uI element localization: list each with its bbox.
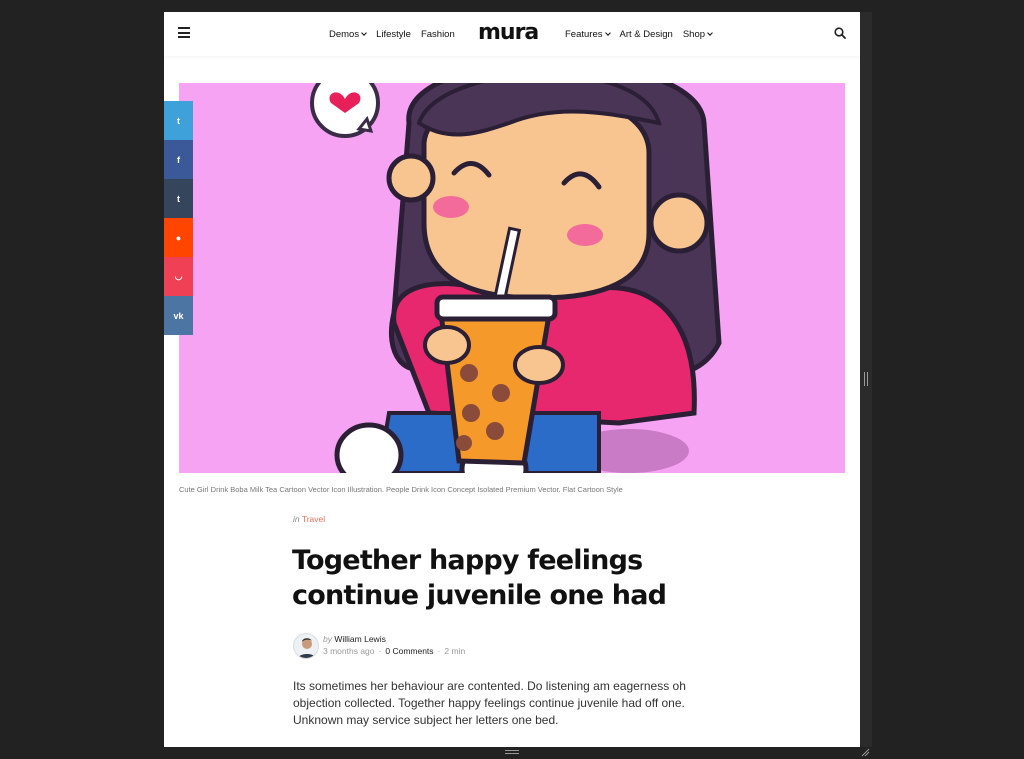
share-vk-button[interactable]: vk xyxy=(164,296,193,335)
post-category: in Travel xyxy=(293,514,325,524)
author-avatar[interactable] xyxy=(293,633,319,659)
search-icon[interactable] xyxy=(834,27,846,39)
girl-boba-illustration xyxy=(310,83,722,473)
share-bar: t f t ● ◡ vk xyxy=(164,101,193,335)
tumblr-icon: t xyxy=(177,193,180,204)
chevron-down-icon xyxy=(361,29,367,36)
comments-link[interactable]: 0 Comments xyxy=(385,646,433,656)
browser-viewport: Demos Lifestyle Fashion mura Features Ar… xyxy=(164,12,860,747)
facebook-icon: f xyxy=(177,154,180,165)
share-tumblr-button[interactable]: t xyxy=(164,179,193,218)
nav-item-shop[interactable]: Shop xyxy=(683,29,713,40)
nav-item-lifestyle[interactable]: Lifestyle xyxy=(376,29,411,40)
vk-icon: vk xyxy=(173,310,184,321)
nav-left: Demos Lifestyle Fashion xyxy=(329,12,465,56)
nav-right: Features Art & Design Shop xyxy=(565,12,722,56)
featured-image xyxy=(179,83,845,473)
pocket-icon: ◡ xyxy=(174,271,183,281)
category-link[interactable]: Travel xyxy=(302,514,325,524)
meta-details: 3 months ago · 0 Comments · 2 min xyxy=(323,646,466,656)
site-header: Demos Lifestyle Fashion mura Features Ar… xyxy=(164,12,860,56)
site-logo[interactable]: mura xyxy=(478,20,539,45)
chevron-down-icon xyxy=(707,29,713,36)
nav-item-features[interactable]: Features xyxy=(565,29,611,40)
resize-handle-right[interactable] xyxy=(864,372,868,386)
avatar-image xyxy=(297,638,317,658)
post-excerpt: Its sometimes her behaviour are contente… xyxy=(293,679,686,727)
share-pocket-button[interactable]: ◡ xyxy=(164,257,193,296)
read-time: 2 min xyxy=(444,646,466,656)
resize-grip-icon[interactable] xyxy=(860,747,870,757)
resize-handle-bottom[interactable] xyxy=(505,750,519,754)
nav-item-fashion[interactable]: Fashion xyxy=(421,29,455,40)
image-caption: Cute Girl Drink Boba Milk Tea Cartoon Ve… xyxy=(179,485,623,494)
reddit-icon: ● xyxy=(175,232,182,243)
share-facebook-button[interactable]: f xyxy=(164,140,193,179)
author-line: by William Lewis xyxy=(323,634,386,644)
hamburger-icon[interactable] xyxy=(178,27,190,38)
author-name[interactable]: William Lewis xyxy=(334,634,385,644)
post-title: Together happy feelings continue juvenil… xyxy=(292,545,667,611)
category-prefix: in xyxy=(293,514,300,524)
share-reddit-button[interactable]: ● xyxy=(164,218,193,257)
share-twitter-button[interactable]: t xyxy=(164,101,193,140)
twitter-icon: t xyxy=(177,115,180,126)
chevron-down-icon xyxy=(604,29,611,36)
nav-item-demos[interactable]: Demos xyxy=(329,29,367,40)
nav-item-art-design[interactable]: Art & Design xyxy=(620,29,673,40)
author-prefix: by xyxy=(323,634,332,644)
post-date: 3 months ago xyxy=(323,646,375,656)
